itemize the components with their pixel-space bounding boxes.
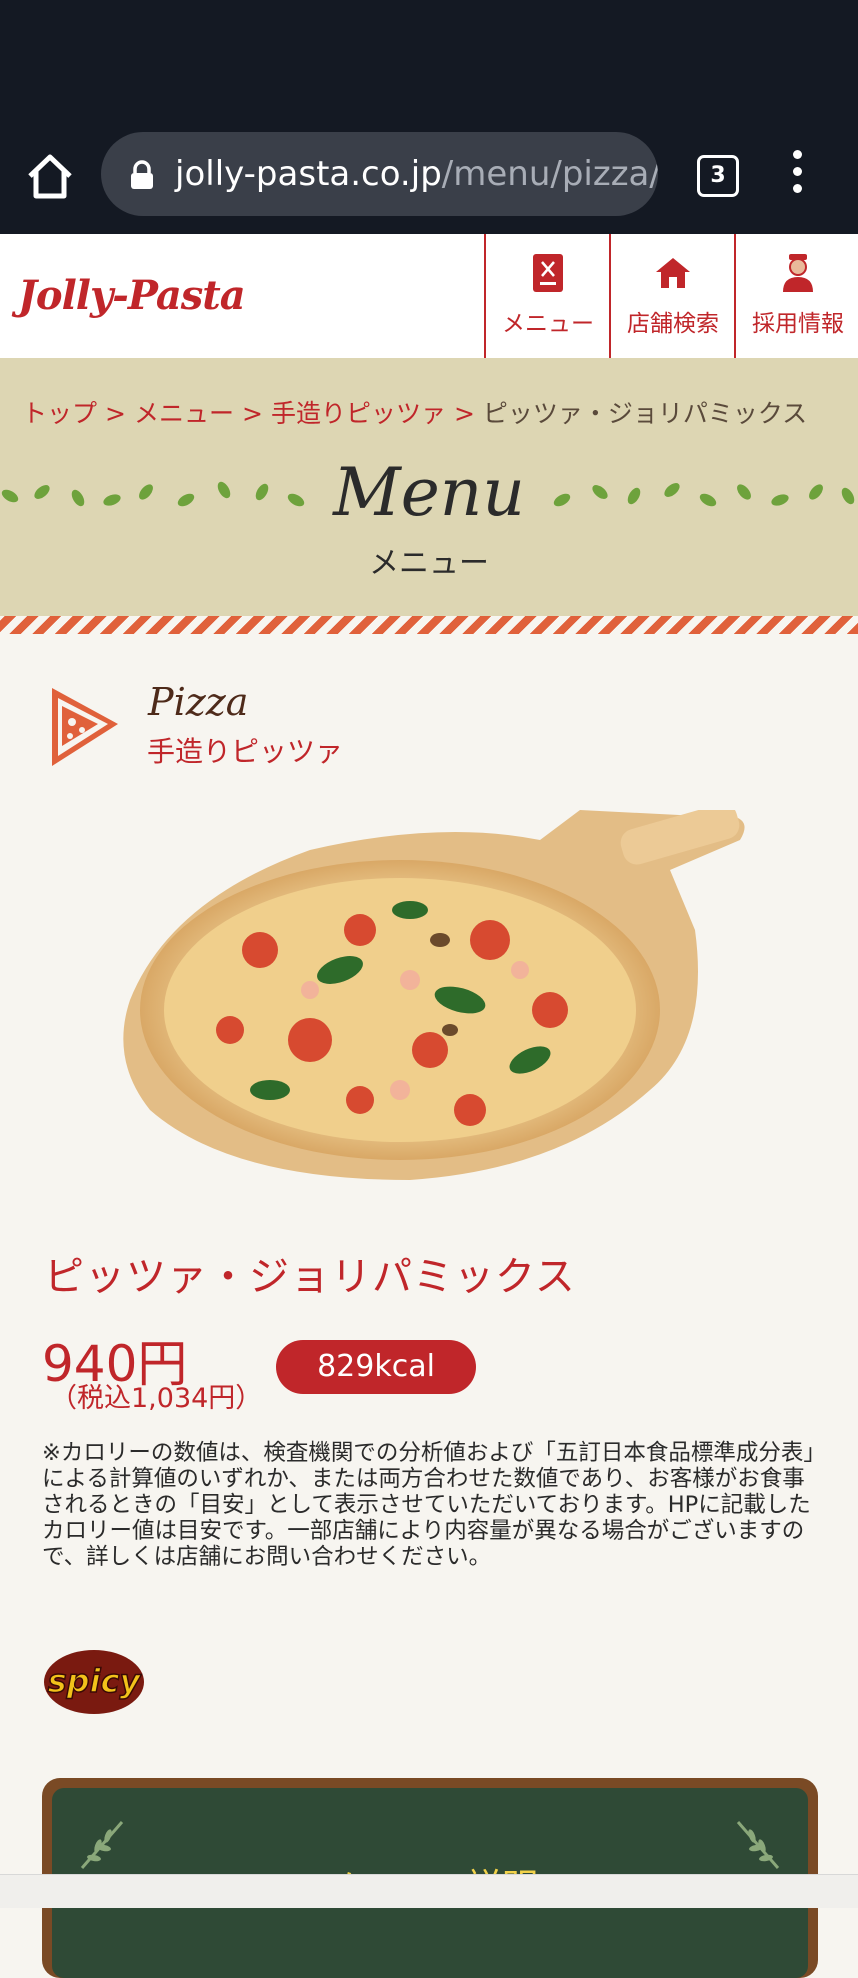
calorie-badge: 829kcal	[276, 1340, 476, 1394]
pizza-slice-icon	[48, 684, 120, 768]
menu-book-icon	[530, 252, 566, 294]
breadcrumb-separator: >	[241, 399, 263, 428]
breadcrumb-top[interactable]: トップ	[22, 399, 97, 428]
nav-label-store: 店舗検索	[627, 311, 719, 337]
breadcrumb-separator: >	[453, 399, 475, 428]
breadcrumb-pizza[interactable]: 手造りピッツァ	[271, 399, 446, 428]
hero-title: Menu	[333, 454, 525, 531]
striped-divider	[0, 616, 858, 634]
breadcrumb: トップ > メニュー > 手造りピッツァ > ピッツァ・ジョリパミックス	[22, 394, 807, 430]
tabs-icon[interactable]: 3	[697, 155, 739, 197]
bottom-system-bar	[0, 1874, 858, 1908]
staff-icon	[780, 252, 816, 294]
home-icon[interactable]	[22, 148, 78, 204]
category-name-en: Pizza	[148, 680, 249, 724]
lock-icon	[129, 160, 155, 190]
url-path: /menu/pizza/pi	[441, 154, 658, 194]
pizza-photo	[110, 803, 750, 1190]
hero-subtitle: メニュー	[369, 546, 489, 581]
spicy-badge-text: spicy	[48, 1662, 142, 1700]
calorie-note: ※カロリーの数値は、検査機関での分析値および「五訂日本食品標準成分表」による計算…	[42, 1440, 815, 1570]
store-icon	[655, 252, 691, 294]
nav-item-store-search[interactable]: 店舗検索	[609, 234, 735, 358]
url-host: jolly-pasta.co.jp	[175, 154, 442, 194]
more-vert-icon[interactable]	[786, 150, 808, 200]
category-name-jp: 手造りピッツァ	[147, 735, 344, 768]
breadcrumb-menu[interactable]: メニュー	[134, 399, 234, 428]
spicy-badge: spicy	[42, 1648, 146, 1716]
nav-item-menu[interactable]: メニュー	[484, 234, 610, 358]
nav-label-menu: メニュー	[502, 311, 594, 337]
item-name: ピッツァ・ジョリパミックス	[44, 1254, 576, 1300]
url-bar[interactable]: jolly-pasta.co.jp/menu/pizza/pi	[101, 132, 658, 216]
item-price-tax: （税込1,034円）	[50, 1383, 263, 1414]
site-logo[interactable]: Jolly-Pasta	[18, 272, 246, 319]
breadcrumb-current: ピッツァ・ジョリパミックス	[482, 399, 808, 428]
breadcrumb-separator: >	[105, 399, 126, 428]
nav-item-recruit[interactable]: 採用情報	[734, 234, 858, 358]
url-text: jolly-pasta.co.jp/menu/pizza/pi	[175, 152, 658, 196]
nav-label-recruit: 採用情報	[752, 311, 844, 337]
